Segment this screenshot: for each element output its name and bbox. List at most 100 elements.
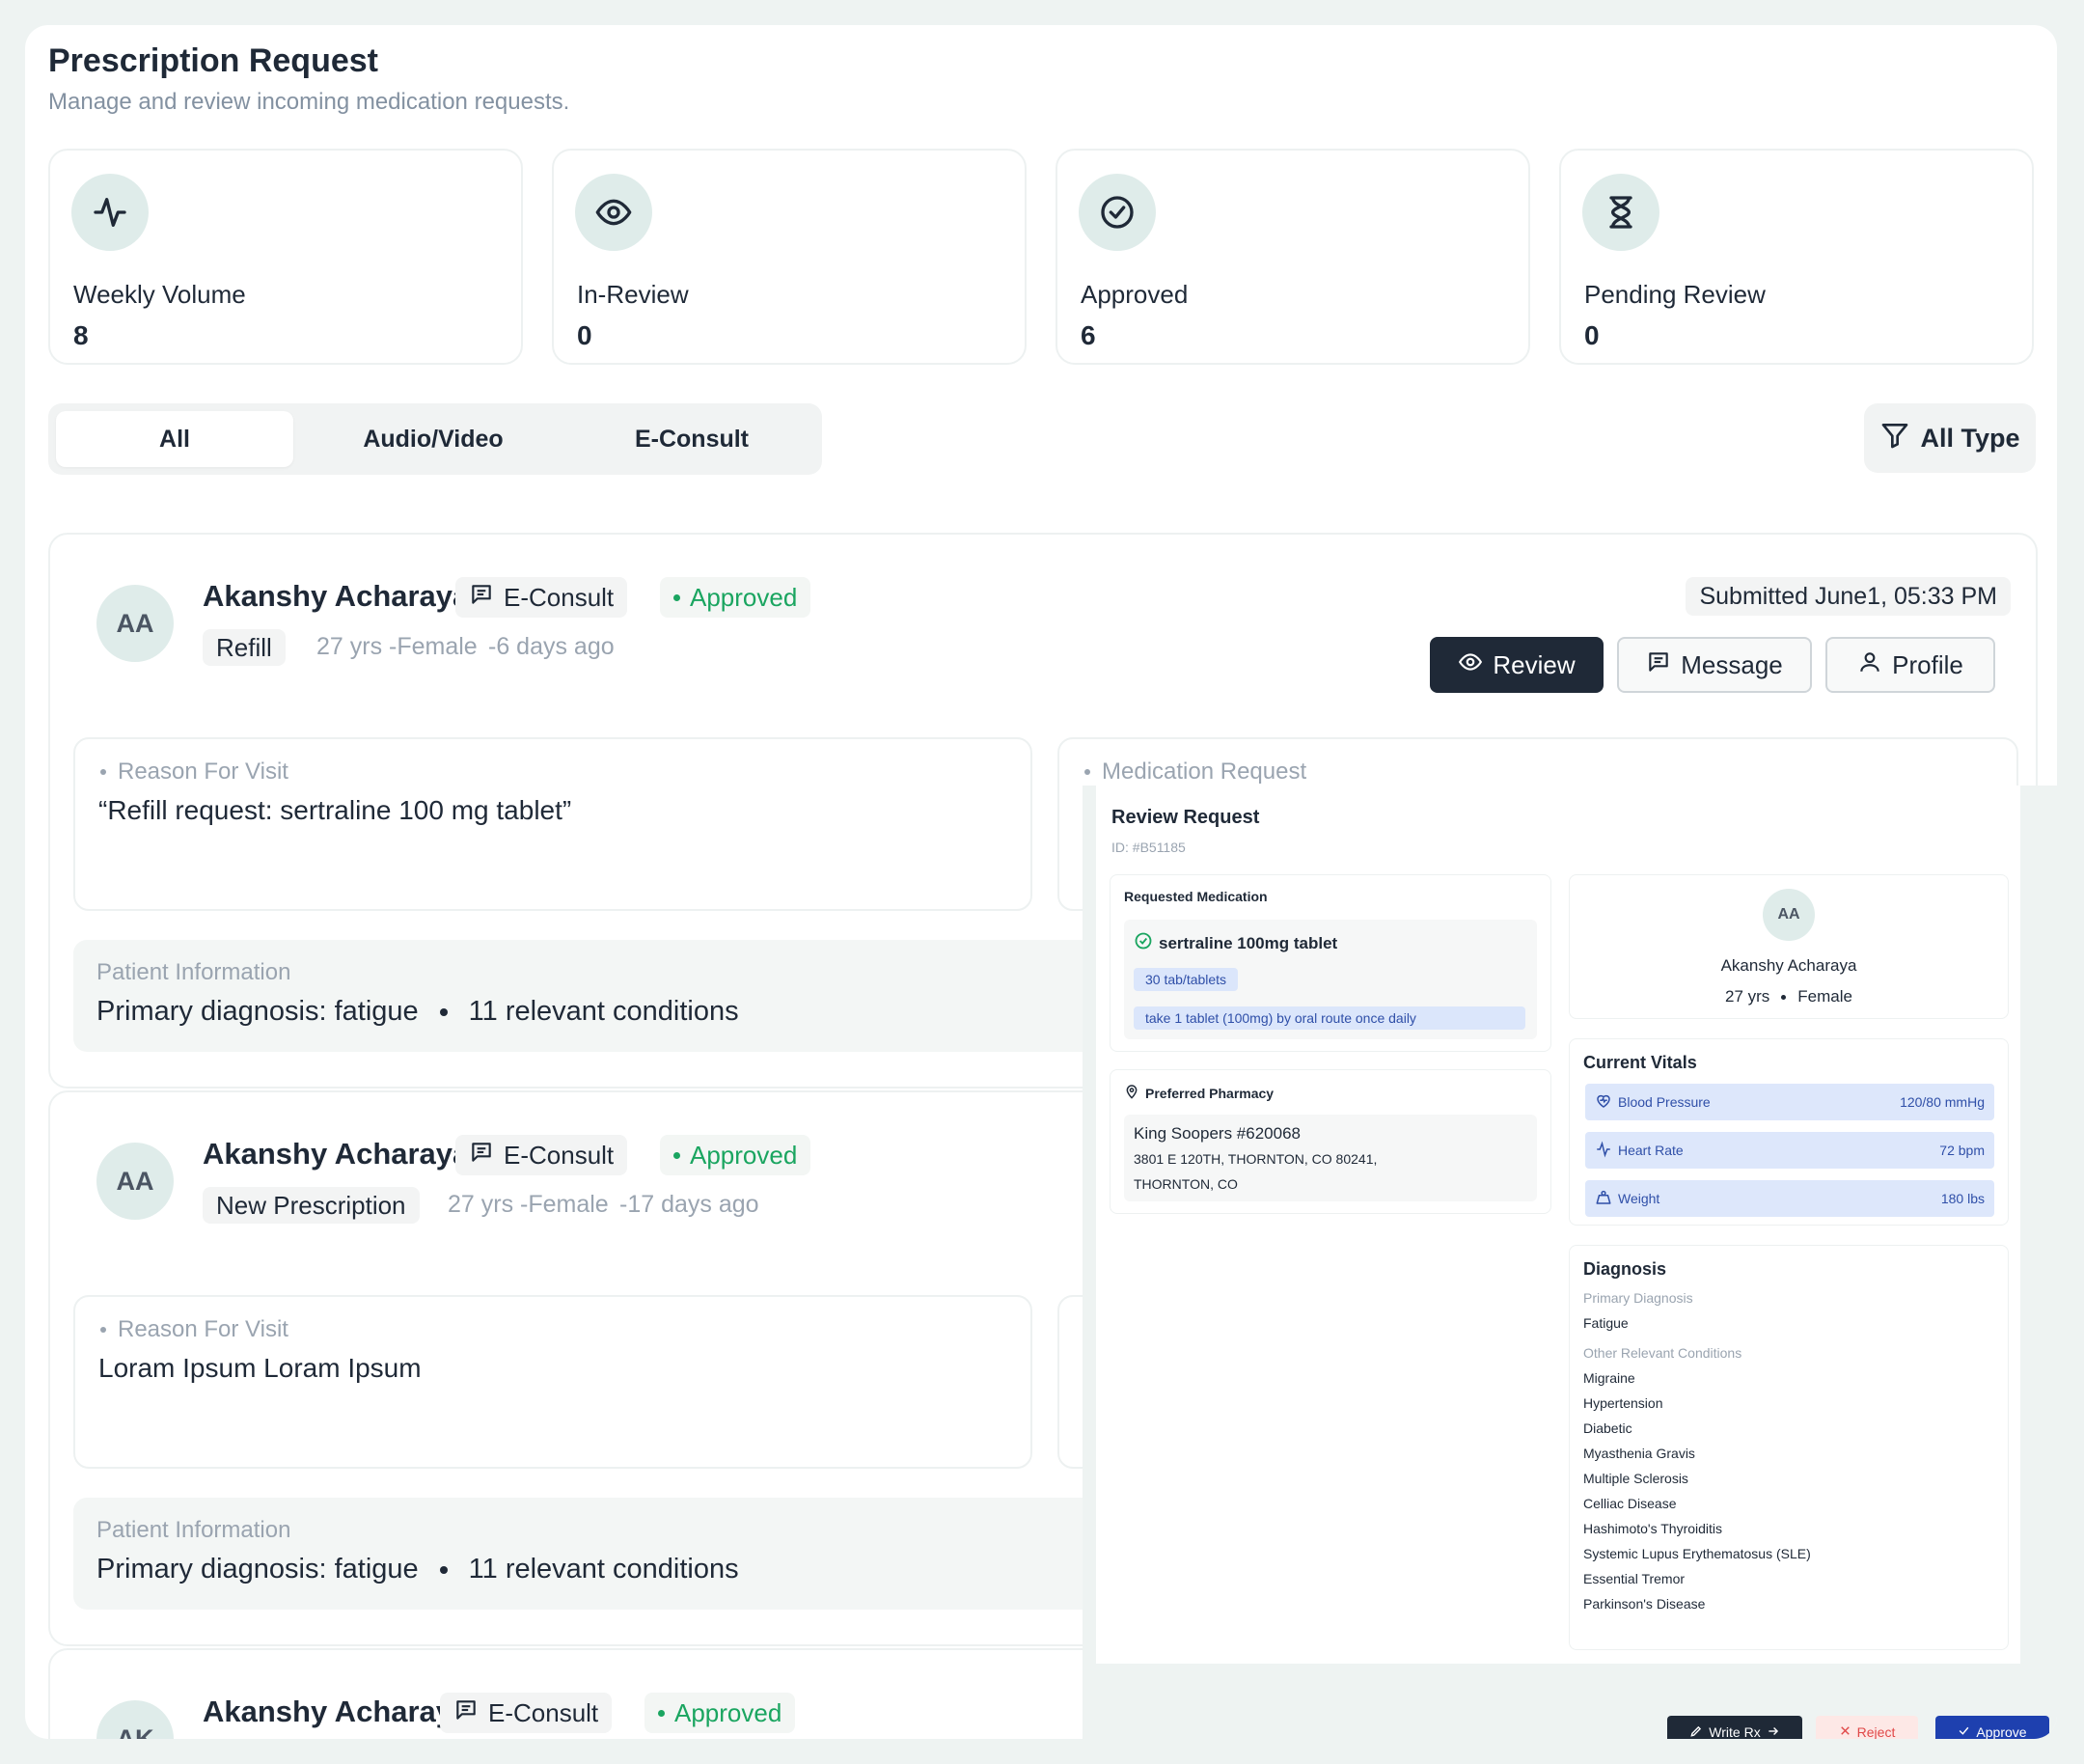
reason-for-visit-box: Reason For Visit “Refill request: sertra… — [73, 737, 1032, 911]
condition-item: Myasthenia Gravis — [1583, 1446, 1695, 1461]
filter-icon — [1879, 420, 1910, 457]
requested-medication-section: Requested Medication sertraline 100mg ta… — [1110, 874, 1551, 1052]
relevant-conditions: 11 relevant conditions — [468, 996, 739, 1027]
avatar: AA — [1763, 889, 1815, 941]
consult-type-tabs: All Audio/Video E-Consult — [48, 403, 822, 475]
tab-e-consult[interactable]: E-Consult — [573, 411, 810, 467]
stat-card-in-review: In-Review 0 — [552, 149, 1027, 365]
filter-label: All Type — [1920, 423, 2020, 453]
review-button[interactable]: Review — [1430, 637, 1604, 693]
arrow-right-icon — [1767, 1724, 1780, 1740]
request-type-badge: Refill — [203, 629, 286, 666]
hourglass-icon — [1582, 174, 1659, 251]
heart-pulse-icon — [1595, 1092, 1612, 1113]
submitted-ago: -17 days ago — [619, 1191, 759, 1218]
write-rx-button[interactable]: Write Rx — [1667, 1716, 1802, 1739]
reject-button[interactable]: Reject — [1816, 1716, 1918, 1739]
avatar: AA — [96, 1143, 174, 1220]
message-icon — [469, 1140, 494, 1171]
pharmacy-name: King Soopers #620068 — [1134, 1124, 1301, 1143]
primary-diagnosis-value: Fatigue — [1583, 1315, 1629, 1331]
consult-type-badge: E-Consult — [455, 577, 628, 618]
tab-audio-video[interactable]: Audio/Video — [315, 411, 552, 467]
check-circle-icon — [1079, 174, 1156, 251]
condition-item: Celliac Disease — [1583, 1496, 1677, 1511]
pharmacy-label: Preferred Pharmacy — [1145, 1085, 1275, 1101]
review-panel-title: Review Request — [1111, 807, 1260, 828]
condition-item: Parkinson's Disease — [1583, 1596, 1706, 1612]
patient-name: Akanshy Acharaya — [203, 1137, 470, 1171]
eye-icon — [1458, 649, 1483, 681]
user-icon — [1857, 649, 1882, 681]
page-subtitle: Manage and review incoming medication re… — [48, 89, 570, 115]
status-badge: Approved — [644, 1693, 796, 1733]
review-request-panel: Review Request ID: #B51185 Requested Med… — [1096, 786, 2020, 1664]
condition-item: Diabetic — [1583, 1420, 1632, 1436]
message-icon — [453, 1697, 479, 1729]
stat-value: 0 — [1584, 320, 1600, 350]
check-circle-icon — [1134, 931, 1153, 955]
avatar: AK — [96, 1700, 174, 1739]
stat-value: 6 — [1081, 320, 1096, 350]
weight-icon — [1595, 1189, 1612, 1209]
vitals-label: Current Vitals — [1583, 1053, 1697, 1072]
condition-item: Multiple Sclerosis — [1583, 1471, 1688, 1486]
diagnosis-section: Diagnosis Primary Diagnosis Fatigue Othe… — [1569, 1245, 2009, 1650]
activity-icon — [1595, 1140, 1612, 1161]
page-title: Prescription Request — [48, 42, 378, 79]
primary-diagnosis-label: Primary Diagnosis — [1583, 1290, 1693, 1306]
filter-type-button[interactable]: All Type — [1864, 403, 2036, 473]
vital-heart-rate: Heart Rate 72 bpm — [1585, 1132, 1994, 1169]
patient-name: Akanshy Acharaya — [203, 579, 470, 613]
submitted-ago: -6 days ago — [488, 633, 615, 660]
vital-blood-pressure: Blood Pressure 120/80 mmHg — [1585, 1084, 1994, 1120]
patient-age: 27 yrs — [1725, 987, 1770, 1006]
stat-value: 8 — [73, 320, 89, 350]
stat-card-approved: Approved 6 — [1056, 149, 1530, 365]
prescription-request-page: Prescription Request Manage and review i… — [25, 25, 2057, 1739]
medication-name: sertraline 100mg tablet — [1159, 933, 1338, 952]
close-icon — [1839, 1724, 1851, 1739]
medication-label: Medication Request — [1102, 758, 1307, 785]
message-icon — [1646, 649, 1671, 681]
profile-button[interactable]: Profile — [1825, 637, 1995, 693]
reason-text: Loram Ipsum Loram Ipsum — [98, 1353, 422, 1383]
reason-for-visit-box: Reason For Visit Loram Ipsum Loram Ipsum — [73, 1295, 1032, 1469]
message-button[interactable]: Message — [1617, 637, 1812, 693]
stat-card-pending-review: Pending Review 0 — [1559, 149, 2034, 365]
requested-medication-label: Requested Medication — [1124, 889, 1268, 904]
pharmacy-address-line-2: THORNTON, CO — [1134, 1176, 1238, 1192]
status-badge: Approved — [660, 577, 811, 618]
diagnosis-label: Diagnosis — [1583, 1259, 1667, 1279]
patient-info-label: Patient Information — [96, 1517, 291, 1543]
map-pin-icon — [1124, 1084, 1139, 1102]
request-type-badge: New Prescription — [203, 1187, 420, 1224]
tab-all[interactable]: All — [56, 411, 293, 467]
directions-pill: take 1 tablet (100mg) by oral route once… — [1134, 1006, 1525, 1030]
vital-weight: Weight 180 lbs — [1585, 1180, 1994, 1217]
stat-label: Pending Review — [1584, 280, 1766, 309]
condition-item: Hashimoto's Thyroiditis — [1583, 1521, 1723, 1536]
message-icon — [469, 582, 494, 614]
preferred-pharmacy-section: Preferred Pharmacy King Soopers #620068 … — [1110, 1069, 1551, 1214]
patient-name: Akanshy Acharay — [203, 1695, 453, 1728]
reason-label: Reason For Visit — [118, 758, 288, 785]
stat-value: 0 — [577, 320, 592, 350]
patient-demographics: 27 yrs -Female — [448, 1191, 609, 1218]
patient-name: Akanshy Acharaya — [1720, 956, 1857, 975]
approve-button[interactable]: Approve — [1935, 1716, 2049, 1739]
submitted-timestamp: Submitted June1, 05:33 PM — [1686, 577, 2011, 616]
patient-gender: Female — [1797, 987, 1852, 1006]
avatar: AA — [96, 585, 174, 662]
check-icon — [1958, 1724, 1970, 1739]
primary-diagnosis: Primary diagnosis: fatigue — [96, 996, 419, 1027]
condition-item: Migraine — [1583, 1370, 1635, 1386]
primary-diagnosis: Primary diagnosis: fatigue — [96, 1554, 419, 1585]
other-conditions-label: Other Relevant Conditions — [1583, 1345, 1742, 1361]
pharmacy-address-line-1: 3801 E 120TH, THORNTON, CO 80241, — [1134, 1151, 1378, 1167]
consult-type-badge: E-Consult — [440, 1693, 613, 1733]
eye-icon — [575, 174, 652, 251]
patient-demographics: 27 yrs -Female — [316, 633, 478, 660]
stat-card-weekly-volume: Weekly Volume 8 — [48, 149, 523, 365]
patient-summary: AA Akanshy Acharaya 27 yrs Female — [1569, 874, 2009, 1019]
